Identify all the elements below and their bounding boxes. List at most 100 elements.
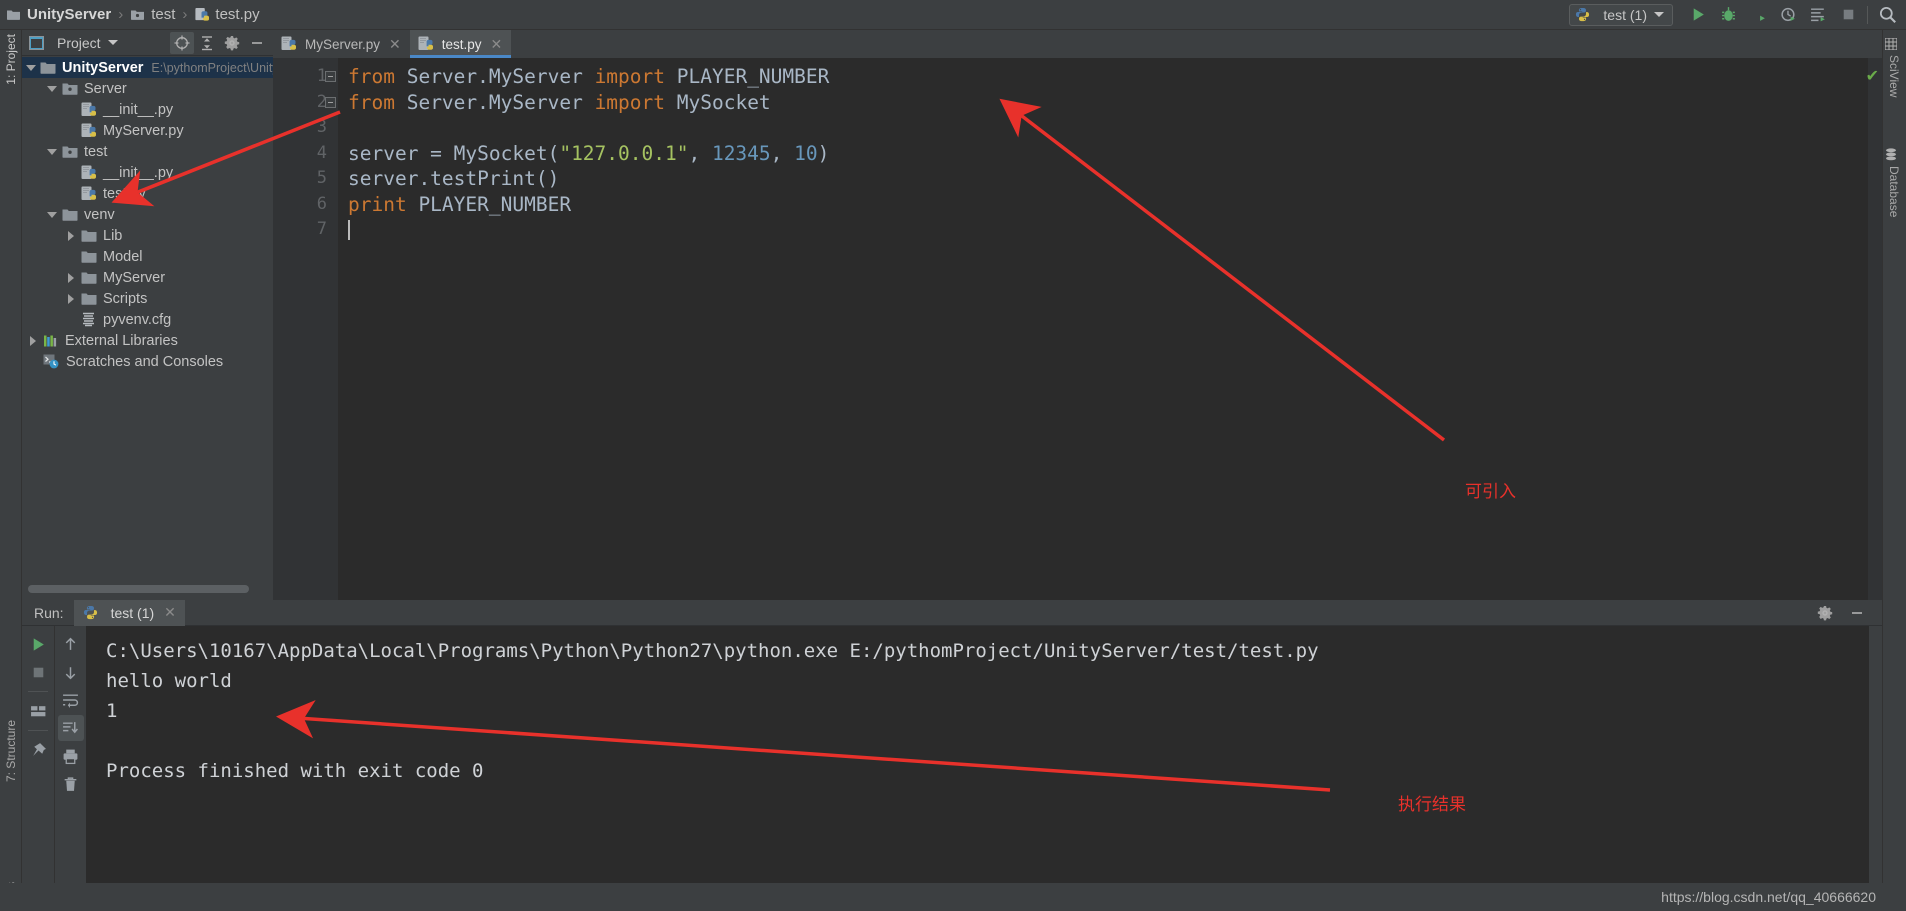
soft-wrap-button[interactable] xyxy=(58,687,84,713)
chevron-down-icon[interactable] xyxy=(45,85,58,92)
breadcrumb-label: test xyxy=(151,6,176,23)
chevron-down-icon[interactable] xyxy=(45,148,58,155)
gear-icon[interactable] xyxy=(220,32,244,54)
tree-item[interactable]: Lib xyxy=(22,225,273,246)
up-button[interactable] xyxy=(58,631,84,657)
run-tab[interactable]: test (1) ✕ xyxy=(73,599,185,626)
code-token: , xyxy=(770,141,795,165)
chevron-right-icon[interactable] xyxy=(64,230,77,241)
close-icon[interactable]: ✕ xyxy=(164,604,176,621)
tree-item[interactable]: test xyxy=(22,141,273,162)
minimize-icon[interactable] xyxy=(1844,600,1870,626)
line-number: 5 xyxy=(316,168,327,188)
settings-gear-icon[interactable] xyxy=(1812,600,1838,626)
project-horizontal-scrollbar[interactable] xyxy=(22,578,273,598)
print-button[interactable] xyxy=(58,743,84,769)
tree-item-label: Lib xyxy=(103,227,123,244)
scroll-to-end-button[interactable] xyxy=(57,715,84,741)
scrollbar-thumb[interactable] xyxy=(28,585,249,593)
code-token: print xyxy=(348,192,407,216)
tree-item[interactable]: Model xyxy=(22,246,273,267)
chevron-down-icon[interactable] xyxy=(26,64,36,71)
tree-item[interactable]: MyServer xyxy=(22,267,273,288)
editor-tab-bar[interactable]: MyServer.py ✕ test.py ✕ xyxy=(273,30,1882,58)
folder-icon xyxy=(62,208,78,222)
tree-item-label: Server xyxy=(84,80,127,97)
tree-item[interactable]: Server xyxy=(22,78,273,99)
tree-item[interactable]: Scripts xyxy=(22,288,273,309)
breadcrumb-item-project[interactable]: UnityServer xyxy=(6,6,111,23)
pycharm-window: UnityServer › test › test.py test (1) 1:… xyxy=(0,0,1906,911)
sidebar-item-structure[interactable]: 7: Structure xyxy=(0,720,22,782)
code-token: import xyxy=(594,65,666,88)
breadcrumb: UnityServer › test › test.py xyxy=(0,0,260,30)
tree-item[interactable]: __init__.py xyxy=(22,162,273,183)
code-editor[interactable]: 12345 6 7 from Server.MyServer import PLAY… xyxy=(273,58,1882,600)
coverage-button[interactable] xyxy=(1743,2,1773,28)
run-configuration-selector[interactable]: test (1) xyxy=(1569,3,1673,26)
tree-item[interactable]: venv xyxy=(22,204,273,225)
code-line[interactable]: print PLAYER_NUMBER xyxy=(348,192,1882,218)
tree-item[interactable]: UnityServer E:\pythomProject\Unity xyxy=(22,57,273,78)
rerun-button[interactable] xyxy=(25,631,51,657)
tree-item-label: venv xyxy=(84,206,115,223)
tree-item[interactable]: __init__.py xyxy=(22,99,273,120)
clear-all-button[interactable] xyxy=(58,771,84,797)
breadcrumb-item-folder[interactable]: test xyxy=(130,6,175,23)
profile-button[interactable] xyxy=(1773,2,1803,28)
tree-item[interactable]: MyServer.py xyxy=(22,120,273,141)
editor-tab[interactable]: test.py ✕ xyxy=(409,30,512,58)
editor-tab-label: test.py xyxy=(441,36,482,52)
tree-item[interactable]: Scratches and Consoles xyxy=(22,351,273,372)
sidebar-item-project[interactable]: 1: Project xyxy=(0,34,22,85)
run-with-console-button[interactable] xyxy=(1803,2,1833,28)
run-button[interactable] xyxy=(1683,2,1713,28)
minimize-icon[interactable] xyxy=(245,32,269,54)
code-line[interactable] xyxy=(348,217,1882,243)
code-token: server = MySocket( xyxy=(348,141,560,165)
chevron-right-icon[interactable] xyxy=(26,335,39,346)
locate-target-icon[interactable] xyxy=(170,31,194,54)
sidebar-item-database[interactable]: Database xyxy=(1883,148,1905,217)
chevron-down-icon[interactable] xyxy=(107,40,118,45)
chevron-right-icon[interactable] xyxy=(64,293,77,304)
toolbar-right-group: test (1) xyxy=(1569,0,1906,30)
tree-item[interactable]: test.py xyxy=(22,183,273,204)
config-file-icon xyxy=(81,312,97,327)
sidebar-item-sciview[interactable]: SciView xyxy=(1883,37,1905,97)
project-tree[interactable]: UnityServer E:\pythomProject\Unity Server _… xyxy=(22,56,273,600)
line-number-gutter: 1234567 xyxy=(273,58,338,600)
console-output[interactable]: C:\Users\10167\AppData\Local\Programs\Py… xyxy=(86,626,1882,911)
code-line[interactable] xyxy=(348,115,1882,141)
layout-button[interactable] xyxy=(25,698,51,724)
code-line[interactable]: from Server.MyServer import PLAYER_NUMBE… xyxy=(348,64,1882,90)
debug-button[interactable] xyxy=(1713,2,1743,28)
editor-marker-bar[interactable]: ✔ xyxy=(1866,58,1882,600)
tree-item[interactable]: pyvenv.cfg xyxy=(22,309,273,330)
code-line[interactable]: server = MySocket("127.0.0.1", 12345, 10… xyxy=(348,141,1882,167)
pin-button[interactable] xyxy=(25,737,51,763)
chevron-right-icon[interactable] xyxy=(64,272,77,283)
code-text[interactable]: from Server.MyServer import PLAYER_NUMBE… xyxy=(338,58,1882,600)
run-left-toolbar xyxy=(22,626,54,911)
tree-item-label: MyServer.py xyxy=(103,122,184,139)
line-number: 4 xyxy=(316,142,327,163)
down-button[interactable] xyxy=(58,659,84,685)
stop-button[interactable] xyxy=(1833,2,1863,28)
tree-item[interactable]: External Libraries xyxy=(22,330,273,351)
code-token: MySocket xyxy=(665,90,771,114)
breadcrumb-item-file[interactable]: test.py xyxy=(194,6,260,23)
search-everywhere-button[interactable] xyxy=(1872,2,1902,28)
chevron-down-icon[interactable] xyxy=(45,211,58,218)
editor-tab[interactable]: MyServer.py ✕ xyxy=(273,30,410,58)
close-icon[interactable]: ✕ xyxy=(389,36,401,53)
close-icon[interactable]: ✕ xyxy=(491,36,503,53)
console-scrollbar[interactable] xyxy=(1869,626,1882,911)
fold-marker-icon[interactable] xyxy=(325,97,336,108)
collapse-all-icon[interactable] xyxy=(195,32,219,54)
fold-marker-icon[interactable] xyxy=(325,71,336,82)
code-line[interactable]: server.testPrint() xyxy=(348,166,1882,192)
annotation-label: 可引入 xyxy=(1465,482,1516,502)
stop-button[interactable] xyxy=(25,659,51,685)
code-line[interactable]: from Server.MyServer import MySocket xyxy=(348,90,1882,116)
